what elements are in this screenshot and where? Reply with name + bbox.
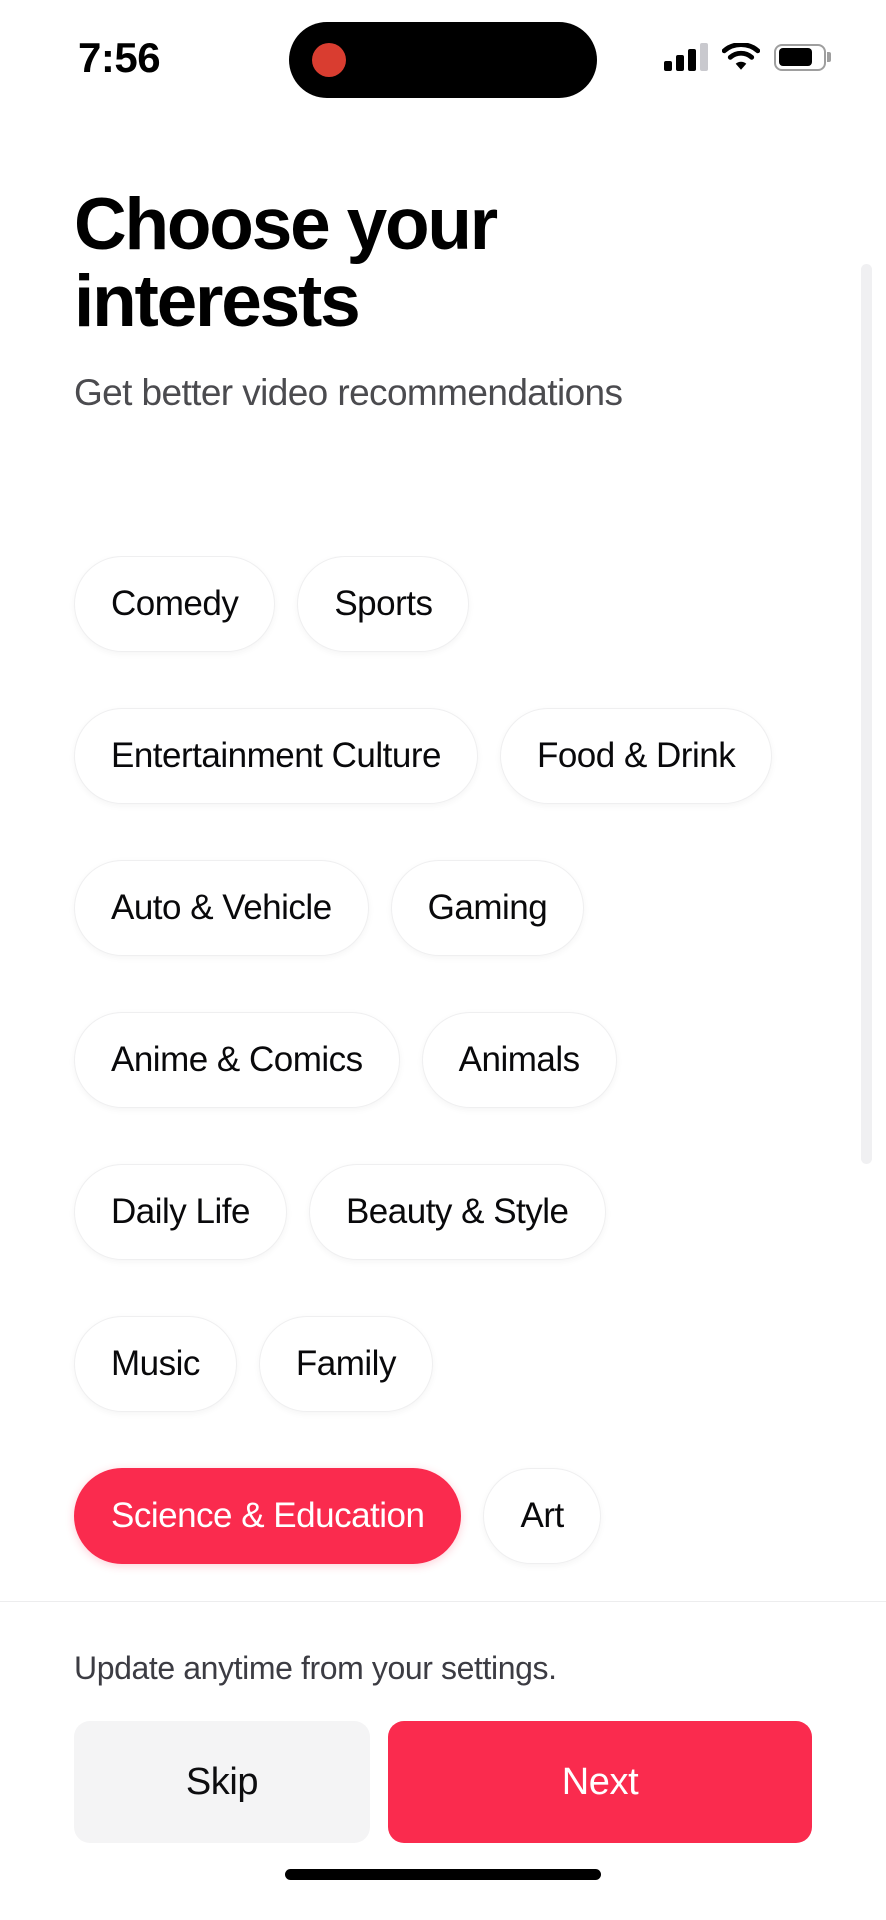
interest-chip[interactable]: Science & Education	[74, 1468, 462, 1564]
interest-chip[interactable]: Entertainment Culture	[74, 708, 478, 804]
battery-icon	[774, 43, 831, 71]
interest-chip[interactable]: Food & Drink	[499, 708, 773, 804]
footer-actions: Skip Next	[74, 1721, 812, 1843]
wifi-icon	[722, 43, 760, 71]
page-subtitle: Get better video recommendations	[74, 371, 623, 413]
interest-chip[interactable]: Music	[74, 1316, 237, 1412]
interest-chip[interactable]: Anime & Comics	[74, 1012, 400, 1108]
status-bar-time: 7:56	[78, 34, 161, 81]
interest-chip-list: Comedy Sports Entertainment Culture Food & …	[74, 556, 812, 1564]
interest-chip[interactable]: Family	[258, 1316, 433, 1412]
dynamic-island[interactable]	[289, 22, 597, 98]
status-bar-icons	[664, 39, 831, 71]
footer-note: Update anytime from your settings.	[74, 1650, 557, 1686]
home-indicator	[285, 1869, 601, 1880]
interests-scroll-area[interactable]: Comedy Sports Entertainment Culture Food & …	[0, 556, 886, 1602]
interest-chip[interactable]: Art	[483, 1468, 601, 1564]
status-bar: 7:56	[0, 0, 886, 110]
cellular-signal-icon	[664, 43, 708, 71]
record-dot-icon	[312, 43, 346, 77]
vertical-scrollbar-thumb[interactable]	[861, 264, 872, 1164]
interest-chip[interactable]: Gaming	[390, 860, 585, 956]
next-button[interactable]: Next	[388, 1721, 812, 1843]
page-header: Choose your interests Get better video r…	[0, 184, 886, 416]
interest-chip[interactable]: Auto & Vehicle	[74, 860, 369, 956]
interest-chip[interactable]: Animals	[421, 1012, 617, 1108]
page-title: Choose your interests	[74, 184, 498, 343]
interest-chip[interactable]: Daily Life	[74, 1164, 287, 1260]
interest-chip[interactable]: Comedy	[74, 556, 276, 652]
interest-chip[interactable]: Sports	[297, 556, 470, 652]
interest-chip[interactable]: Beauty & Style	[308, 1164, 606, 1260]
skip-button[interactable]: Skip	[74, 1721, 370, 1843]
